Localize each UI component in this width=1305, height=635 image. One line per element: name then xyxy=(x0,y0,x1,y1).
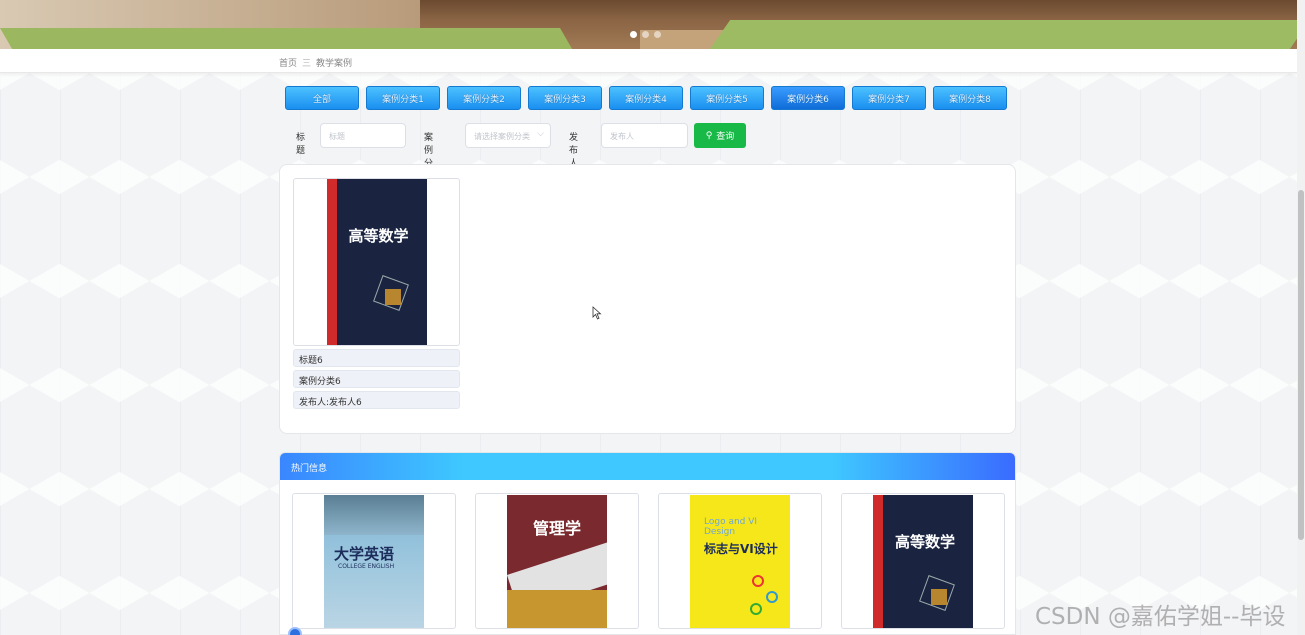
category-select-placeholder: 请选择案例分类 xyxy=(474,132,530,141)
category-5[interactable]: 案例分类5 xyxy=(690,86,764,110)
category-all[interactable]: 全部 xyxy=(285,86,359,110)
search-button-label: 查询 xyxy=(716,132,735,142)
title-label: 标题 xyxy=(296,133,306,156)
book-cover-image: 高等数学 xyxy=(873,495,973,628)
result-title: 标题6 xyxy=(293,349,460,367)
hero-banner[interactable] xyxy=(0,0,1297,49)
hot-section: 热门信息 大学英语 COLLEGE ENGLISH 管理学 Logo and V… xyxy=(279,452,1016,635)
carousel-dot-1[interactable] xyxy=(630,31,637,38)
cover-title: 标志与VI设计 xyxy=(704,542,778,556)
category-3[interactable]: 案例分类3 xyxy=(528,86,602,110)
category-2[interactable]: 案例分类2 xyxy=(447,86,521,110)
hot-section-heading: 热门信息 xyxy=(280,453,1015,480)
category-6[interactable]: 案例分类6 xyxy=(771,86,845,110)
result-card-image[interactable]: 高等数学 xyxy=(293,178,460,346)
hot-item-3[interactable]: Logo and VI Design 标志与VI设计 xyxy=(658,493,822,629)
cover-subtitle: COLLEGE ENGLISH xyxy=(338,563,395,570)
result-publisher: 发布人:发布人6 xyxy=(293,391,460,409)
publisher-input[interactable]: 发布人 xyxy=(601,123,688,148)
page-scrollbar[interactable] xyxy=(1297,0,1305,635)
cover-subtitle: Logo and VI Design xyxy=(704,517,758,537)
cover-title: 大学英语 xyxy=(334,545,395,563)
title-input[interactable]: 标题 xyxy=(320,123,406,148)
scrollbar-thumb[interactable] xyxy=(1298,190,1304,540)
category-7[interactable]: 案例分类7 xyxy=(852,86,926,110)
cover-title: 高等数学 xyxy=(895,533,956,551)
category-4[interactable]: 案例分类4 xyxy=(609,86,683,110)
category-tabs: 全部 案例分类1 案例分类2 案例分类3 案例分类4 案例分类5 案例分类6 案… xyxy=(285,86,1007,110)
hot-list: 大学英语 COLLEGE ENGLISH 管理学 Logo and VI Des… xyxy=(292,493,1005,629)
category-select[interactable]: 请选择案例分类 xyxy=(465,123,551,148)
watermark: CSDN @嘉佑学姐--毕设 xyxy=(1035,604,1286,630)
results-panel: 高等数学 标题6 案例分类6 发布人:发布人6 xyxy=(279,164,1016,434)
book-cover-image: 高等数学 xyxy=(326,179,427,345)
carousel-dot-2[interactable] xyxy=(642,31,649,38)
cover-title: 管理学 xyxy=(533,519,582,538)
result-card[interactable]: 高等数学 标题6 案例分类6 发布人:发布人6 xyxy=(293,178,460,409)
search-button[interactable]: ⚲ 查询 xyxy=(694,123,746,148)
carousel-dots[interactable] xyxy=(630,31,661,38)
hot-item-2[interactable]: 管理学 xyxy=(475,493,639,629)
search-icon: ⚲ xyxy=(705,130,713,141)
book-cover-image: 管理学 xyxy=(507,495,607,628)
book-cover-image: 大学英语 COLLEGE ENGLISH xyxy=(324,495,424,628)
category-1[interactable]: 案例分类1 xyxy=(366,86,440,110)
breadcrumb-bar: 首页 三 教学案例 xyxy=(0,49,1297,73)
result-category: 案例分类6 xyxy=(293,370,460,388)
category-8[interactable]: 案例分类8 xyxy=(933,86,1007,110)
breadcrumb-current: 教学案例 xyxy=(316,59,353,69)
mouse-cursor-icon xyxy=(592,306,602,320)
cover-title: 高等数学 xyxy=(348,227,409,245)
breadcrumb-home[interactable]: 首页 xyxy=(279,56,297,69)
floating-action-icon[interactable] xyxy=(288,627,302,635)
carousel-dot-3[interactable] xyxy=(654,31,661,38)
breadcrumb: 首页 三 教学案例 xyxy=(279,56,352,69)
breadcrumb-separator: 三 xyxy=(302,59,312,69)
hot-item-1[interactable]: 大学英语 COLLEGE ENGLISH xyxy=(292,493,456,629)
hot-item-4[interactable]: 高等数学 xyxy=(841,493,1005,629)
book-cover-image: Logo and VI Design 标志与VI设计 xyxy=(690,495,790,628)
